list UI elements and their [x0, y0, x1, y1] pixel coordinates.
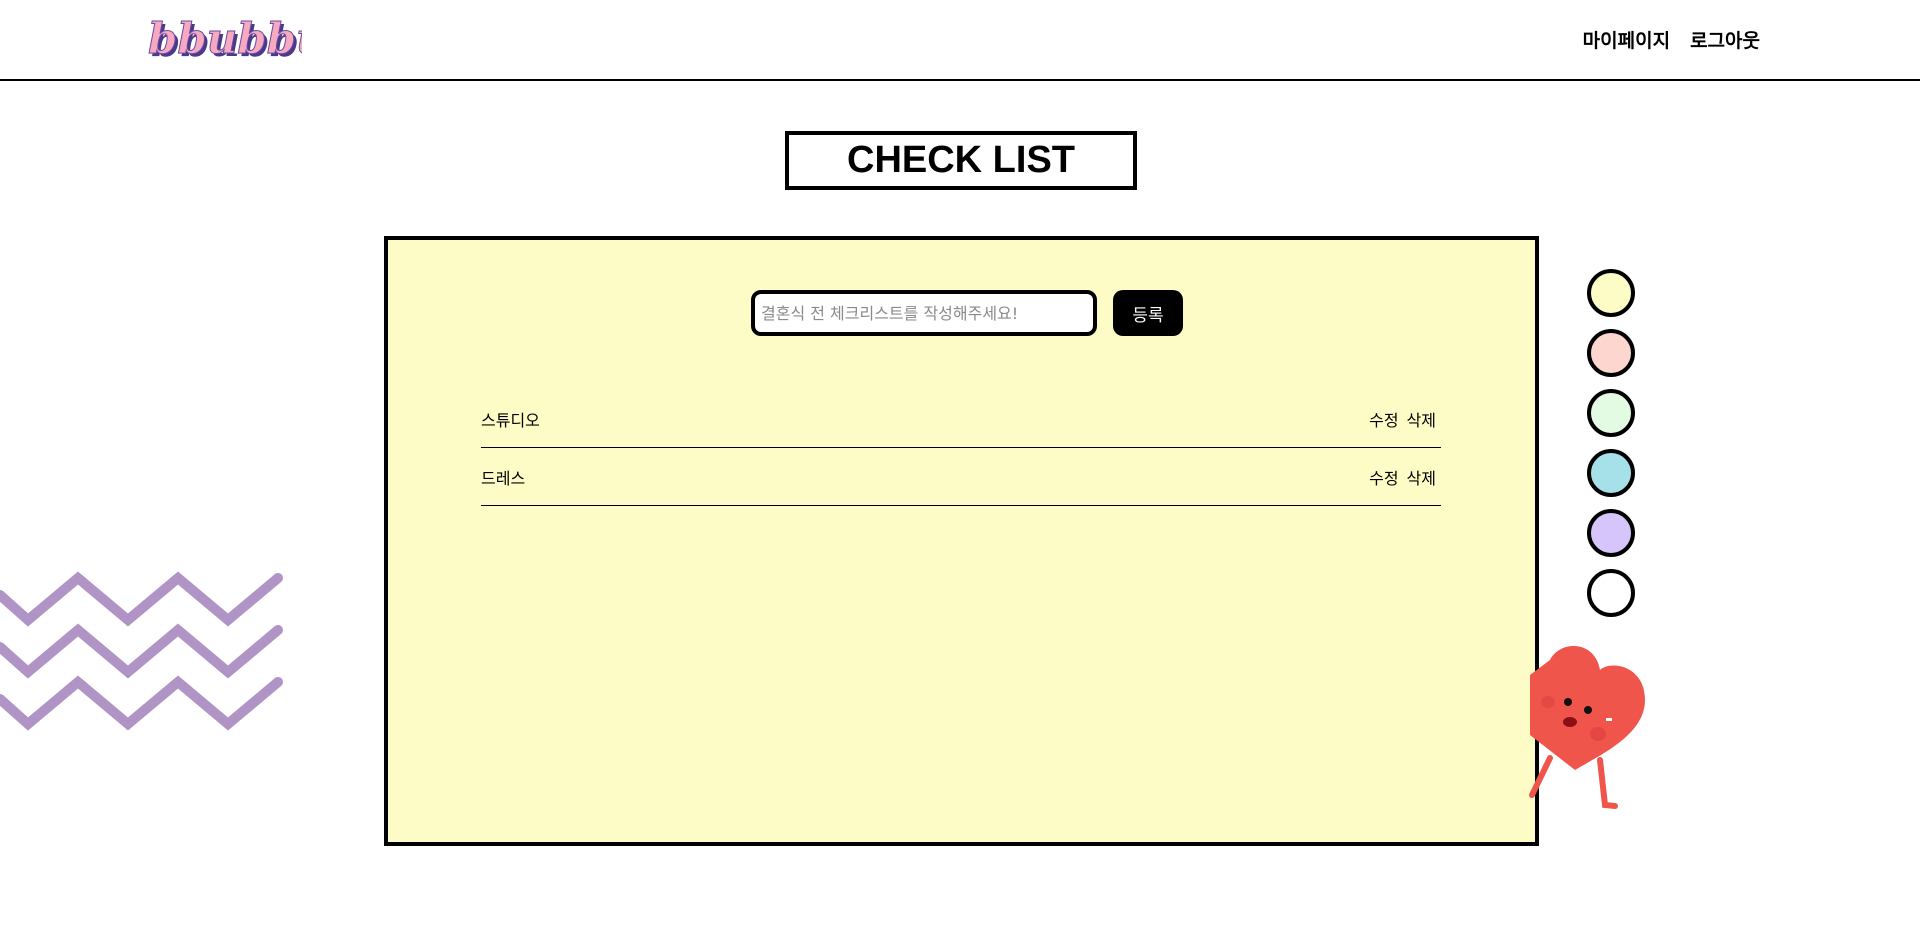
logout-link[interactable]: 로그아웃 — [1690, 26, 1760, 53]
zigzag-decoration — [0, 571, 283, 731]
mypage-link[interactable]: 마이페이지 — [1583, 26, 1670, 53]
list-item: 스튜디오 수정 삭제 — [481, 390, 1441, 448]
delete-button[interactable]: 삭제 — [1407, 407, 1436, 431]
checklist-list: 스튜디오 수정 삭제 드레스 수정 삭제 — [481, 390, 1441, 506]
swatch-blue[interactable] — [1587, 449, 1635, 497]
edit-button[interactable]: 수정 — [1369, 407, 1398, 431]
list-item-actions: 수정 삭제 — [1369, 407, 1441, 431]
edit-button[interactable]: 수정 — [1369, 465, 1398, 489]
checklist-input[interactable] — [751, 290, 1097, 336]
swatch-purple[interactable] — [1587, 509, 1635, 557]
header-nav: 마이페이지 로그아웃 — [1583, 26, 1760, 53]
color-swatches — [1587, 269, 1635, 617]
list-item-actions: 수정 삭제 — [1369, 465, 1441, 489]
list-item-text: 스튜디오 — [481, 410, 540, 430]
swatch-white[interactable] — [1587, 569, 1635, 617]
register-button[interactable]: 등록 — [1113, 290, 1183, 336]
heart-character-illustration — [1529, 646, 1645, 809]
site-header: bbubbu bbubbu 마이페이지 로그아웃 — [0, 0, 1920, 81]
list-item-text: 드레스 — [481, 468, 526, 488]
swatch-mint[interactable] — [1587, 389, 1635, 437]
delete-button[interactable]: 삭제 — [1407, 465, 1436, 489]
list-item: 드레스 수정 삭제 — [481, 448, 1441, 506]
checklist-panel: 등록 스튜디오 수정 삭제 드레스 수정 삭제 — [384, 236, 1539, 846]
svg-text:bbubbu: bbubbu — [148, 14, 302, 63]
bbubbu-logo[interactable]: bbubbu bbubbu — [148, 12, 302, 68]
checklist-form: 등록 — [751, 290, 1183, 336]
page-title: CHECK LIST — [785, 131, 1137, 190]
page-title-text: CHECK LIST — [847, 139, 1075, 181]
swatch-yellow[interactable] — [1587, 269, 1635, 317]
swatch-pink[interactable] — [1587, 329, 1635, 377]
